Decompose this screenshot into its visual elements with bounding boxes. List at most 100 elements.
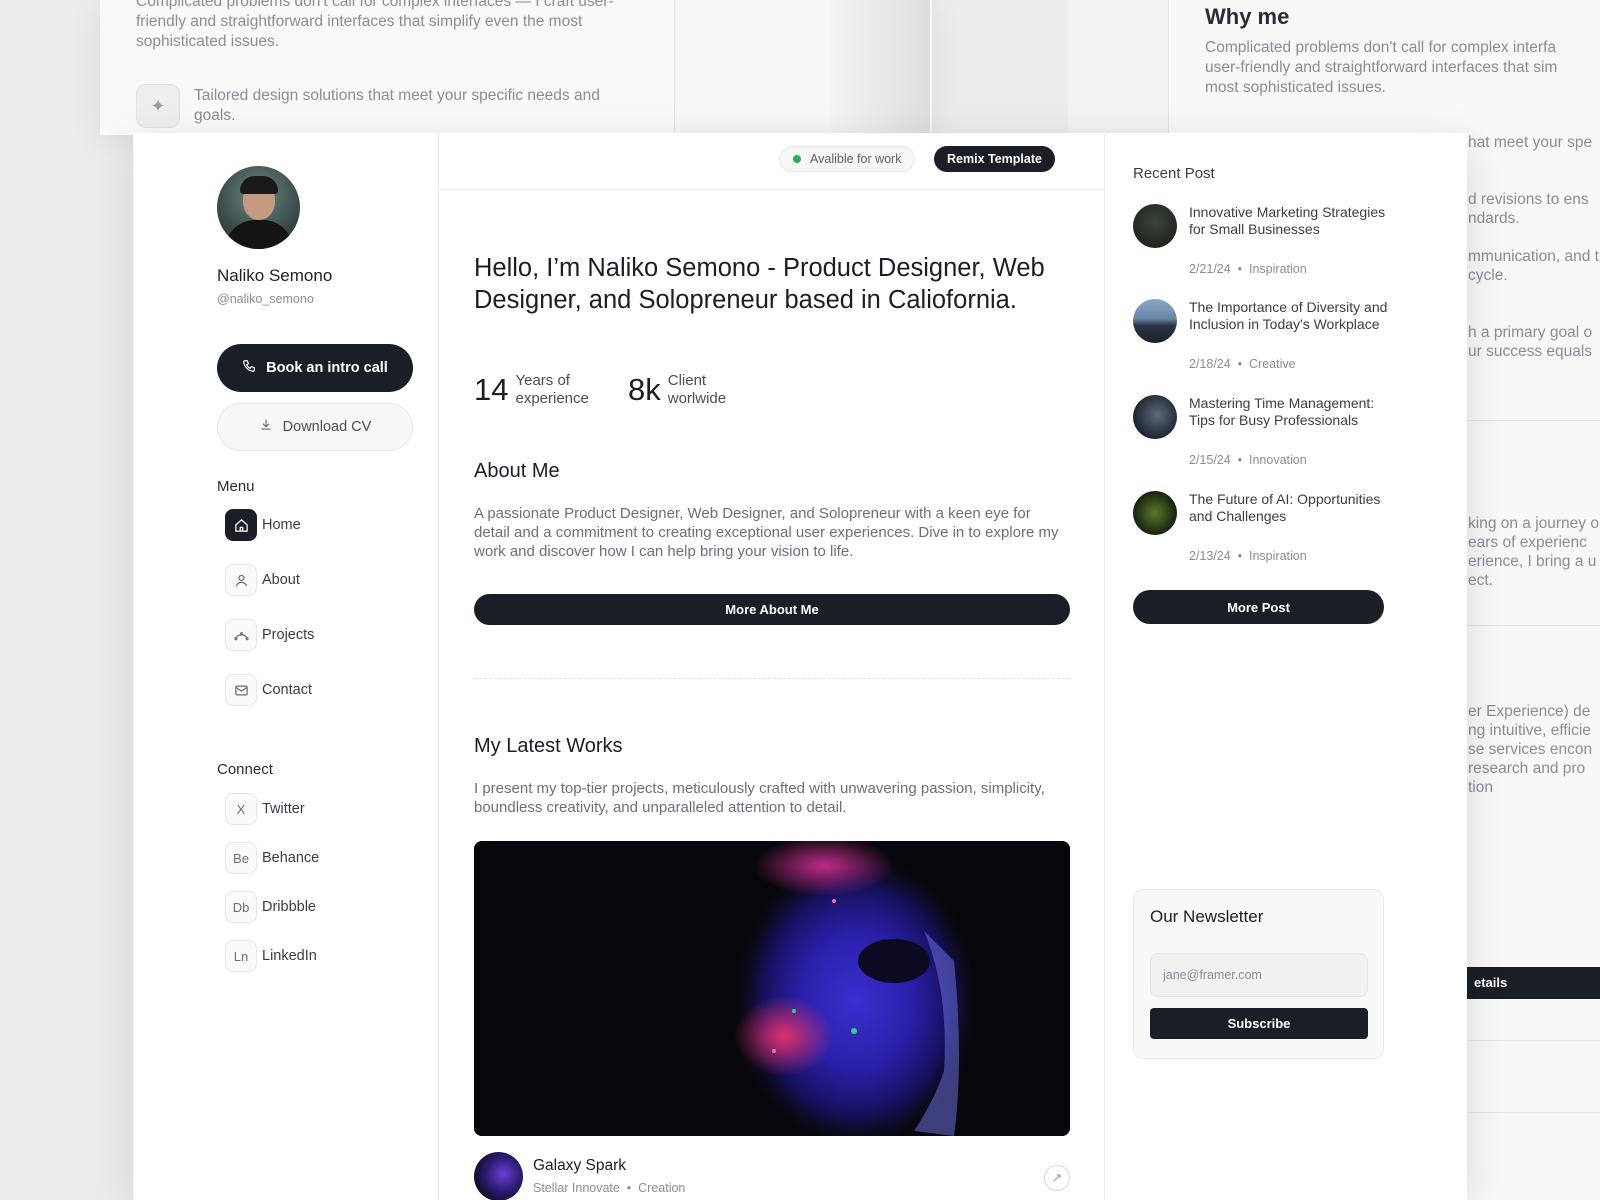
stat-value: 8k [628, 372, 661, 407]
post-title: Mastering Time Management: Tips for Busy… [1189, 395, 1375, 428]
stat-value: 14 [474, 372, 509, 407]
background-divider [1466, 625, 1600, 626]
post-thumbnail [1133, 204, 1177, 248]
background-fragment: ears of experienc [1468, 534, 1587, 551]
more-about-me-button[interactable]: More About Me [474, 594, 1070, 625]
menu-item-label: Contact [262, 682, 312, 698]
book-intro-call-label: Book an intro call [266, 360, 388, 376]
works-text: I present my top-tier projects, meticulo… [474, 780, 1045, 816]
newsletter-title: Our Newsletter [1150, 907, 1264, 926]
arrow-up-right-icon[interactable]: ↗ [1044, 1165, 1070, 1191]
profile-handle: @naliko_semono [217, 292, 314, 306]
remix-template-button[interactable]: Remix Template [934, 146, 1055, 172]
menu-item-contact[interactable]: Contact [225, 673, 312, 707]
connect-item-label: Behance [262, 850, 320, 866]
behance-icon: Be [225, 842, 257, 874]
about-text: A passionate Product Designer, Web Desig… [474, 505, 1059, 560]
availability-label: Avalible for work [810, 152, 902, 166]
availability-badge: Avalible for work [779, 146, 916, 172]
connect-item-behance[interactable]: Be Behance [225, 841, 319, 875]
phone-icon [242, 359, 256, 377]
background-details-bar: etails [1466, 967, 1600, 999]
stat-clients: 8k Client worlwide [628, 372, 726, 408]
left-sidebar: Naliko Semono @naliko_semono Book an int… [133, 133, 439, 1200]
twitter-icon: X [225, 793, 257, 825]
connect-item-linkedin[interactable]: Ln LinkedIn [225, 939, 317, 973]
right-sidebar: Recent Post Innovative Marketing Strateg… [1105, 133, 1467, 1200]
work-title: Galaxy Spark [533, 1157, 627, 1174]
menu-item-about[interactable]: About [225, 563, 300, 597]
post-meta: 2/15/24 • Innovation [1189, 453, 1307, 467]
post-thumbnail [1133, 491, 1177, 535]
menu-item-projects[interactable]: Projects [225, 618, 314, 652]
background-intro-text: Complicated problems don't call for comp… [136, 0, 614, 50]
newsletter-email-input[interactable] [1150, 953, 1368, 997]
background-fragment: hat meet your spe [1468, 134, 1593, 151]
dribbble-icon: Db [225, 891, 257, 923]
post-title: The Importance of Diversity and Inclusio… [1189, 299, 1388, 332]
download-cv-label: Download CV [282, 419, 372, 435]
why-me-heading: Why me [1205, 4, 1290, 29]
portfolio-window: Naliko Semono @naliko_semono Book an int… [133, 133, 1467, 1200]
profile-name: Naliko Semono [217, 266, 333, 285]
background-fragment: tion [1468, 779, 1493, 796]
download-cv-button[interactable]: Download CV [217, 403, 413, 451]
connect-item-label: LinkedIn [262, 948, 317, 964]
download-icon [259, 418, 273, 436]
background-fragment: se services encon [1468, 741, 1593, 758]
top-bar: Avalible for work Remix Template [439, 133, 1105, 190]
menu-item-label: Projects [262, 627, 315, 643]
post-meta: 2/18/24 • Creative [1189, 357, 1296, 371]
book-intro-call-button[interactable]: Book an intro call [217, 344, 413, 392]
background-fragment: research and pro [1468, 760, 1586, 777]
why-me-text: Complicated problems don't call for comp… [1205, 39, 1558, 96]
menu-item-home[interactable]: Home [225, 508, 301, 542]
newsletter-card: Our Newsletter Subscribe [1133, 889, 1384, 1059]
background-fragment: ect. [1468, 572, 1493, 589]
mail-icon [225, 674, 257, 706]
post-title: Innovative Marketing Strategies for Smal… [1189, 204, 1386, 237]
subscribe-button[interactable]: Subscribe [1150, 1008, 1368, 1039]
user-icon [225, 564, 257, 596]
main-content: Avalible for work Remix Template Hello, … [439, 133, 1105, 1200]
connect-item-twitter[interactable]: X Twitter [225, 792, 305, 826]
background-fragment: ng intuitive, efficie [1468, 722, 1591, 739]
menu-item-label: Home [262, 517, 301, 533]
hero-headline: Hello, I’m Naliko Semono - Product Desig… [474, 254, 1045, 314]
background-divider [1466, 1040, 1600, 1041]
stat-experience: 14 Years of experience [474, 372, 589, 408]
background-fragment: er Experience) de [1468, 703, 1591, 720]
stat-label: Years of experience [515, 372, 589, 407]
background-fragment: h a primary goal o [1468, 324, 1593, 341]
menu-label: Menu [217, 478, 255, 495]
background-divider [1466, 1112, 1600, 1113]
avatar [217, 166, 300, 249]
connect-item-dribbble[interactable]: Db Dribbble [225, 890, 316, 924]
status-dot-icon [793, 155, 801, 163]
background-divider [1466, 420, 1600, 421]
connect-label: Connect [217, 761, 273, 778]
post-item[interactable]: Innovative Marketing Strategies for Smal… [1133, 204, 1393, 294]
background-fragment: ndards. [1468, 210, 1520, 227]
home-icon [225, 509, 257, 541]
work-meta: Stellar Innovate • Creation [533, 1181, 686, 1195]
linkedin-icon: Ln [225, 940, 257, 972]
work-thumbnail [474, 1152, 523, 1200]
background-tailored-text: Tailored design solutions that meet your… [194, 87, 600, 124]
background-fragment: ur success equals [1468, 343, 1593, 360]
background-fragment: cycle. [1468, 267, 1508, 284]
about-title: About Me [474, 460, 560, 482]
background-left-column: Complicated problems don't call for comp… [100, 0, 675, 135]
post-title: The Future of AI: Opportunities and Chal… [1189, 491, 1381, 524]
background-fragment: king on a journey o [1468, 515, 1599, 532]
more-post-button[interactable]: More Post [1133, 590, 1384, 624]
post-item[interactable]: The Future of AI: Opportunities and Chal… [1133, 491, 1393, 581]
background-fragment: d revisions to ens [1468, 191, 1589, 208]
projects-icon [225, 619, 257, 651]
post-meta: 2/21/24 • Inspiration [1189, 262, 1307, 276]
work-cover-image[interactable] [474, 841, 1070, 1136]
post-meta: 2/13/24 • Inspiration [1189, 549, 1307, 563]
section-divider [474, 678, 1070, 679]
post-item[interactable]: The Importance of Diversity and Inclusio… [1133, 299, 1393, 389]
post-item[interactable]: Mastering Time Management: Tips for Busy… [1133, 395, 1393, 485]
